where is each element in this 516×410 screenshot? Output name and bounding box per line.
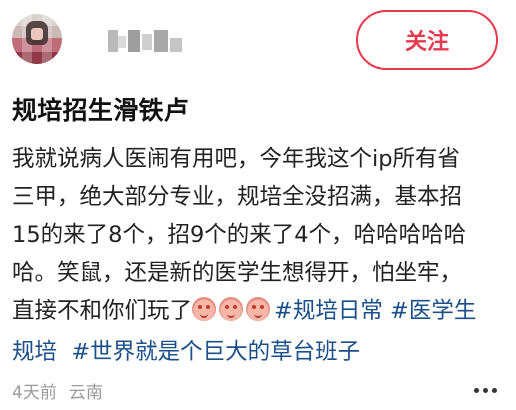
hashtag-link[interactable]: #规培日常 #医学生 <box>274 298 476 324</box>
post-meta: 4天前 云南 <box>12 378 115 403</box>
user-avatar-icon[interactable] <box>12 14 62 64</box>
post-location: 云南 <box>68 383 103 403</box>
emoji-group <box>192 295 273 333</box>
crying-face-icon <box>246 297 271 321</box>
content-line-3: 15的来了8个，招9个的来了4个，哈哈哈哈哈 <box>12 222 467 248</box>
content-line-4: 哈。笑鼠，还是新的医学生想得开，怕坐牢， <box>12 260 463 286</box>
post-title: 规培招生滑铁卢 <box>12 96 190 125</box>
post-header: 关注 <box>0 0 516 80</box>
content-line-5-text: 直接不和你们玩了 <box>12 298 193 324</box>
post-content: 我就说病人医闹有用吧，今年我这个ip所有省 三甲，绝大部分专业，规培全没招满，基… <box>12 140 504 371</box>
content-line-1: 我就说病人医闹有用吧，今年我这个ip所有省 <box>12 146 461 172</box>
crying-face-icon <box>219 297 244 321</box>
more-icon[interactable] <box>474 388 498 394</box>
follow-button[interactable]: 关注 <box>356 10 498 70</box>
post-time: 4天前 <box>12 383 57 403</box>
content-line-5: 直接不和你们玩了 #规培日常 #医学生 <box>12 292 504 333</box>
crying-face-icon <box>192 297 217 321</box>
content-line-2: 三甲，绝大部分专业，规培全没招满，基本招 <box>12 184 463 210</box>
content-line-6: 规培 #世界就是个巨大的草台班子 <box>12 333 504 371</box>
username-blurred[interactable] <box>108 30 184 52</box>
hashtag-link[interactable]: 规培 <box>12 339 57 365</box>
hashtag-link[interactable]: #世界就是个巨大的草台班子 <box>71 339 360 365</box>
